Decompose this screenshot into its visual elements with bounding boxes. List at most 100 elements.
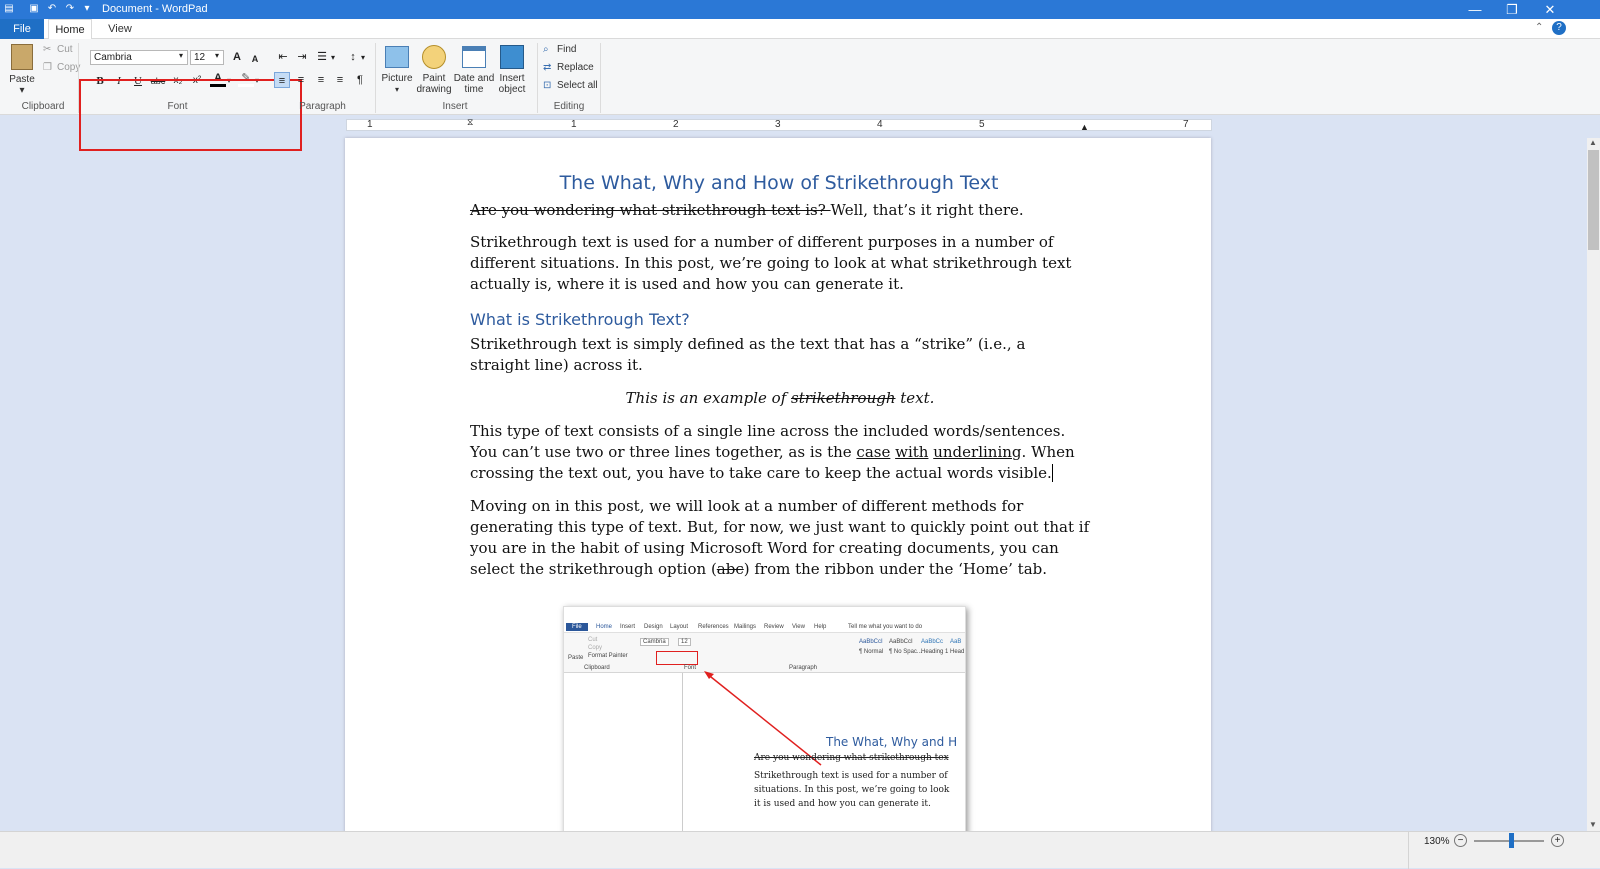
left-indent-marker[interactable]: ⧖	[467, 117, 473, 128]
copy-button[interactable]: Copy	[57, 61, 80, 75]
example-strike: strikethrough	[791, 389, 896, 407]
replace-button[interactable]: Replace	[557, 61, 594, 75]
font-size-dropdown-icon[interactable]: ▾	[215, 51, 219, 60]
zoom-in-icon[interactable]: +	[1551, 834, 1564, 847]
paint-drawing-icon[interactable]	[422, 45, 446, 69]
increase-indent-icon[interactable]: ⇥	[294, 49, 310, 65]
close-button[interactable]: ✕	[1530, 0, 1570, 19]
embedded-body-line: it is used and how you can generate it.	[754, 799, 931, 809]
paint-drawing-label-2[interactable]: drawing	[414, 84, 454, 95]
cut-icon[interactable]: ✂	[43, 43, 51, 57]
scroll-down-icon[interactable]: ▼	[1589, 820, 1597, 829]
window-title: Document - WordPad	[102, 3, 208, 15]
customize-quick-access-icon[interactable]: ▾	[81, 3, 93, 15]
example-text-b: text.	[895, 389, 935, 407]
document-page[interactable]: The What, Why and How of Strikethrough T…	[345, 138, 1211, 838]
paste-dropdown-icon[interactable]: ▾	[6, 85, 38, 96]
app-icon: ▤	[4, 3, 14, 14]
date-time-label-2[interactable]: time	[452, 84, 496, 95]
shrink-font-button[interactable]: A	[247, 51, 263, 67]
save-icon[interactable]: ▣	[28, 3, 40, 15]
justify-icon[interactable]: ≡	[332, 72, 348, 88]
insert-group-label: Insert	[442, 101, 468, 112]
date-time-icon[interactable]	[462, 46, 486, 68]
scrollbar-thumb[interactable]	[1588, 150, 1599, 250]
doc-title: The What, Why and How of Strikethrough T…	[559, 172, 999, 194]
clipboard-group-label: Clipboard	[21, 101, 65, 112]
paragraph-3: Strikethrough text is simply defined as …	[470, 335, 1026, 374]
ruler[interactable]: 1 1 2 3 4 5 7 ⧖ ▲	[346, 117, 1212, 132]
ruler-mark: 7	[1183, 119, 1189, 130]
embedded-strike-line: Are you wondering what strikethrough tex	[754, 753, 949, 763]
select-all-icon[interactable]: ⊡	[543, 79, 551, 93]
bullets-icon[interactable]: ☰	[314, 49, 330, 65]
arrow-line	[705, 672, 822, 766]
minimize-button[interactable]: —	[1455, 0, 1495, 19]
bullets-dropdown-icon[interactable]: ▾	[331, 53, 335, 62]
ruler-mark: 1	[571, 119, 577, 130]
ribbon-tabs: File Home View ⌃ ?	[0, 19, 1600, 40]
right-indent-marker[interactable]: ▲	[1080, 122, 1089, 132]
paragraph-4: This type of text consists of a single l…	[470, 421, 1090, 484]
zoom-out-icon[interactable]: −	[1454, 834, 1467, 847]
select-all-button[interactable]: Select all	[557, 79, 598, 93]
align-center-icon[interactable]: ≡	[293, 72, 309, 88]
redo-icon[interactable]: ↷	[64, 3, 76, 15]
paste-icon[interactable]	[11, 44, 33, 70]
help-icon[interactable]: ?	[1552, 21, 1566, 35]
line-spacing-icon[interactable]: ↕	[345, 49, 361, 65]
font-group-highlight-box	[79, 79, 302, 151]
underlined-word: with	[895, 443, 929, 461]
replace-icon[interactable]: ⇄	[543, 61, 551, 75]
maximize-button[interactable]: ❐	[1492, 0, 1532, 19]
line-spacing-dropdown-icon[interactable]: ▾	[361, 53, 365, 62]
underlined-word: case	[856, 443, 891, 461]
paragraph-group-label: Paragraph	[299, 101, 346, 112]
tab-home[interactable]: Home	[48, 19, 92, 40]
scroll-up-icon[interactable]: ▲	[1589, 138, 1597, 147]
embedded-doc-title: The What, Why and H	[826, 735, 958, 749]
abc-strike: abc	[716, 560, 744, 578]
collapse-ribbon-icon[interactable]: ⌃	[1535, 22, 1543, 33]
zoom-slider-thumb[interactable]	[1509, 833, 1514, 848]
insert-object-label-1[interactable]: Insert	[494, 73, 530, 84]
picture-icon[interactable]	[385, 46, 409, 68]
find-icon[interactable]: ⌕	[543, 43, 549, 57]
underlined-word: underlining	[933, 443, 1022, 461]
decrease-indent-icon[interactable]: ⇤	[275, 49, 291, 65]
grow-font-button[interactable]: A	[229, 49, 245, 65]
align-left-icon[interactable]: ≡	[274, 72, 290, 88]
picture-dropdown-icon[interactable]: ▾	[378, 84, 416, 95]
zoom-level: 130%	[1424, 836, 1450, 847]
paragraph-settings-icon[interactable]: ¶	[352, 72, 368, 88]
insert-object-icon[interactable]	[500, 45, 524, 69]
ruler-mark: 2	[673, 119, 679, 130]
embedded-body-line: Strikethrough text is used for a number …	[754, 771, 948, 781]
align-right-icon[interactable]: ≡	[313, 72, 329, 88]
paste-button[interactable]: Paste	[6, 74, 38, 85]
text-cursor	[1051, 464, 1053, 482]
font-family-select[interactable]: Cambria	[90, 50, 188, 65]
tab-view[interactable]: View	[100, 19, 140, 39]
tab-file[interactable]: File	[0, 19, 44, 39]
ruler-mark: 4	[877, 119, 883, 130]
p5-text-b: ) from the ribbon under the ‘Home’ tab.	[743, 560, 1048, 578]
date-time-label-1[interactable]: Date and	[452, 73, 496, 84]
strike-text: Are you wondering what strikethrough tex…	[470, 201, 831, 219]
example-line: This is an example of strikethrough text…	[470, 388, 1090, 409]
ruler-mark: 1	[367, 119, 373, 130]
ribbon: Paste ▾ ✂ Cut ❐ Copy Clipboard Cambria ▾…	[0, 39, 1600, 151]
paragraph-1-rest: Well, that’s it right there.	[830, 201, 1024, 219]
editing-group-label: Editing	[553, 101, 585, 112]
embedded-word-screenshot: File Home Insert Design Layout Reference…	[563, 606, 966, 838]
copy-icon[interactable]: ❐	[43, 61, 52, 75]
example-text-a: This is an example of	[625, 389, 792, 407]
picture-button[interactable]: Picture	[378, 73, 416, 84]
find-button[interactable]: Find	[557, 43, 576, 57]
paint-drawing-label-1[interactable]: Paint	[414, 73, 454, 84]
font-family-dropdown-icon[interactable]: ▾	[179, 51, 183, 60]
status-bar: 130% − +	[0, 831, 1600, 869]
undo-icon[interactable]: ↶	[46, 3, 58, 15]
insert-object-label-2[interactable]: object	[494, 84, 530, 95]
cut-button[interactable]: Cut	[57, 43, 73, 57]
